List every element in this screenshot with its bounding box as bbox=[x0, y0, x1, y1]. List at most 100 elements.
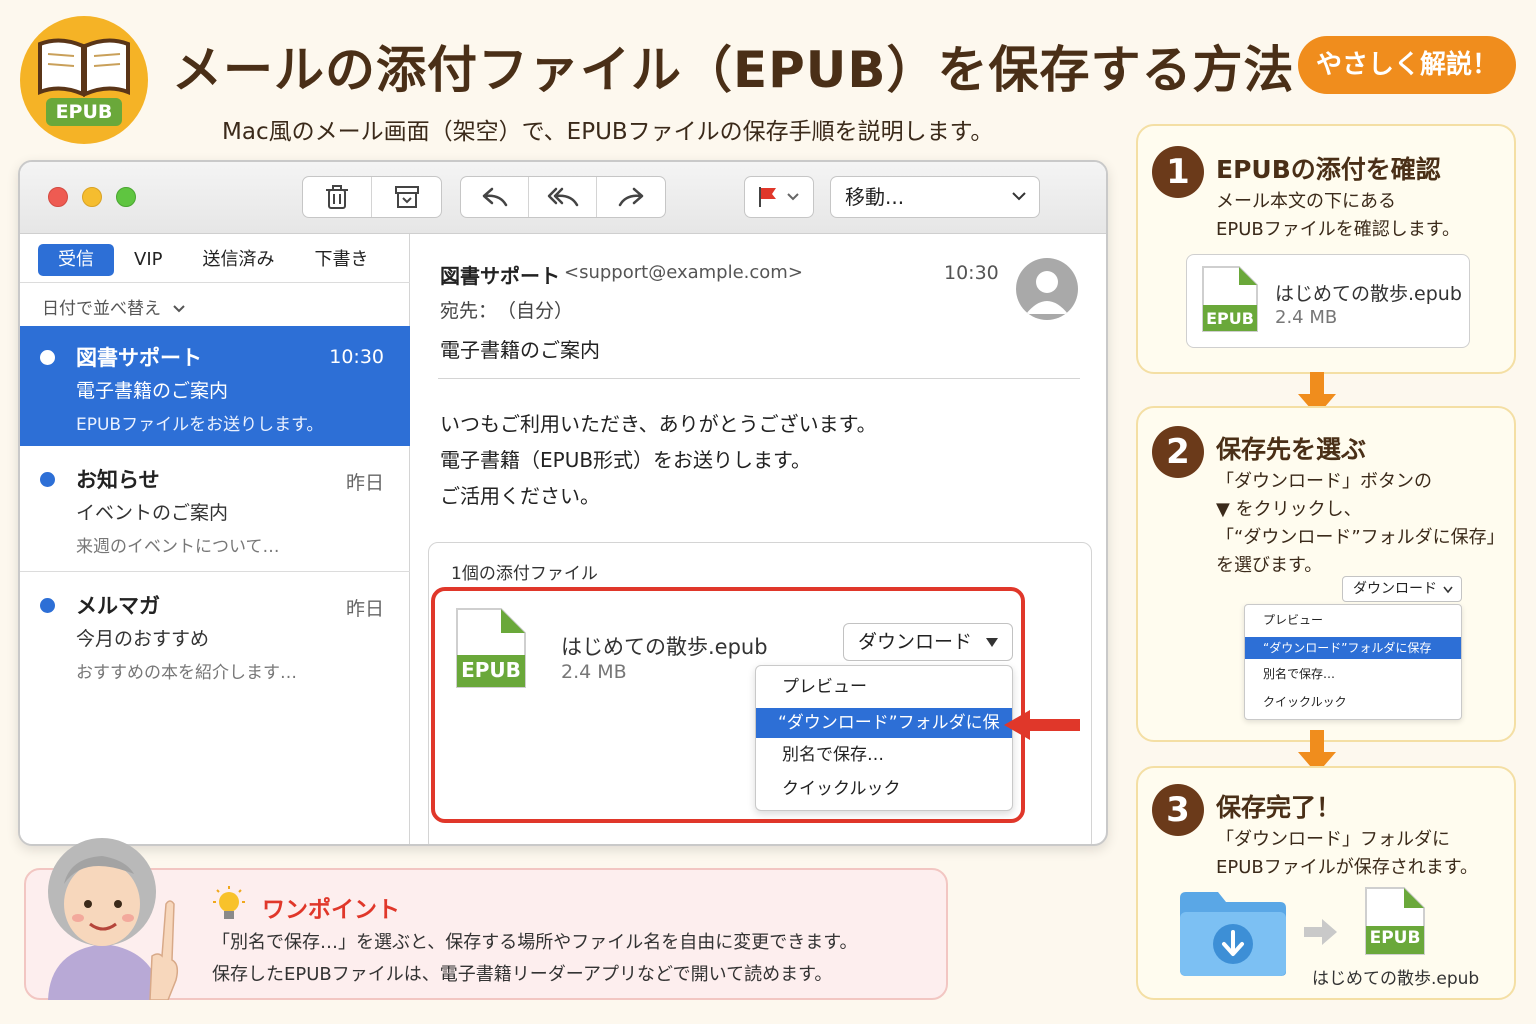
step-text: 「ダウンロード」フォルダに EPUBファイルが保存されます。 bbox=[1216, 826, 1478, 882]
divider bbox=[438, 378, 1080, 379]
reply-icon bbox=[482, 187, 507, 207]
easy-badge: やさしく解説！ bbox=[1298, 36, 1516, 94]
person-icon bbox=[1026, 271, 1068, 314]
book-icon bbox=[38, 38, 130, 98]
grandma-illustration bbox=[48, 838, 179, 1000]
menu-item-save-to-downloads: “ダウンロード”フォルダに保存 bbox=[1245, 637, 1461, 659]
right-arrow-icon bbox=[1304, 919, 1337, 945]
step-card-3: 3 保存完了！ 「ダウンロード」フォルダに EPUBファイルが保存されます。 E… bbox=[1136, 766, 1516, 1000]
unread-dot bbox=[40, 598, 55, 613]
mailbox-sidebar: 受信 VIP 送信済み 下書き 日付で並べ替え 図書サポート 10:30 電子書… bbox=[20, 234, 410, 844]
menu-item-save-to-downloads[interactable]: “ダウンロード”フォルダに保存 bbox=[756, 708, 1012, 763]
delete-button[interactable] bbox=[303, 177, 372, 217]
step-number: 1 bbox=[1152, 146, 1204, 198]
sort-menu[interactable]: 日付で並べ替え bbox=[42, 294, 186, 319]
chevron-down-icon bbox=[1012, 192, 1026, 201]
close-window-button[interactable] bbox=[48, 187, 68, 207]
unread-dot bbox=[40, 350, 55, 365]
message-subject: イベントのご案内 bbox=[76, 502, 229, 524]
message-preview: 来週のイベントについて… bbox=[76, 537, 280, 557]
download-menu: プレビュー “ダウンロード”フォルダに保存 別名で保存… クイックルック bbox=[755, 665, 1013, 811]
menu-item-save-as[interactable]: 別名で保存… bbox=[756, 740, 1012, 770]
mini-attachment: EPUB はじめての散歩.epub 2.4 MB bbox=[1186, 254, 1470, 348]
unread-dot bbox=[40, 472, 55, 487]
menu-item-preview: プレビュー bbox=[1263, 613, 1324, 627]
step-text-line: メール本文の下にある bbox=[1216, 191, 1396, 212]
mail-window: 移動... 受信 VIP 送信済み 下書き 日付で並べ替え 図書サポート 10:… bbox=[18, 160, 1108, 846]
tip-title: ワンポイント bbox=[262, 897, 400, 923]
tip-line: 「別名で保存…」を選ぶと、保存する場所やファイル名を自由に変更できます。 bbox=[212, 932, 858, 953]
message-time: 昨日 bbox=[345, 472, 384, 494]
sender-name: 図書サポート bbox=[440, 264, 560, 288]
step-card-2: 2 保存先を選ぶ 「ダウンロード」ボタンの ▼ をクリックし、 「“ダウンロード… bbox=[1136, 406, 1516, 742]
chevron-down-icon bbox=[173, 305, 186, 313]
step-card-1: 1 EPUBの添付を確認 メール本文の下にある EPUBファイルを確認します。 … bbox=[1136, 124, 1516, 374]
forward-icon bbox=[618, 187, 644, 207]
forward-button[interactable] bbox=[597, 177, 665, 217]
lightbulb-icon bbox=[213, 886, 245, 919]
reading-pane: 図書サポート <support@example.com> 10:30 宛先： （… bbox=[412, 234, 1106, 844]
divider bbox=[20, 571, 410, 572]
message-time: 昨日 bbox=[345, 598, 384, 620]
menu-item-quick-look[interactable]: クイックルック bbox=[756, 774, 1012, 804]
reply-button[interactable] bbox=[461, 177, 529, 217]
body-line: ご活用ください。 bbox=[440, 484, 600, 508]
saved-file-name: はじめての散歩.epub bbox=[1312, 969, 1480, 989]
download-folder-icon bbox=[1180, 892, 1286, 976]
move-select[interactable]: 移動... bbox=[830, 176, 1040, 218]
attachment-count: 1個の添付ファイル bbox=[451, 564, 598, 584]
avatar bbox=[1016, 258, 1078, 320]
reply-all-icon bbox=[547, 187, 578, 207]
flag-menu[interactable] bbox=[745, 177, 813, 217]
message-item[interactable]: メルマガ 昨日 今月のおすすめ おすすめの本を紹介します… bbox=[20, 574, 410, 694]
step-title: 保存完了！ bbox=[1216, 793, 1342, 822]
minimize-window-button[interactable] bbox=[82, 187, 102, 207]
mailbox-tabs: 受信 VIP 送信済み 下書き bbox=[38, 244, 388, 276]
step-text-line: ▼ をクリックし、 bbox=[1216, 499, 1362, 520]
archive-button[interactable] bbox=[372, 177, 441, 217]
epub-icon-label: EPUB bbox=[461, 658, 521, 682]
tab-inbox[interactable]: 受信 bbox=[38, 244, 114, 276]
toolbar: 移動... bbox=[20, 162, 1106, 234]
message-sender: 図書サポート bbox=[76, 346, 202, 370]
menu-item-save-as: 別名で保存… bbox=[1263, 667, 1336, 681]
delete-archive-group bbox=[302, 176, 442, 218]
step-text: 「ダウンロード」ボタンの ▼ をクリックし、 「“ダウンロード”フォルダに保存」… bbox=[1216, 468, 1505, 580]
page-subtitle: Mac風のメール画面（架空）で、EPUBファイルの保存手順を説明します。 bbox=[222, 119, 994, 145]
tab-sent[interactable]: 送信済み bbox=[182, 244, 294, 276]
message-body: いつもご利用いただき、ありがとうございます。 電子書籍（EPUB形式）をお送りし… bbox=[440, 406, 877, 514]
chevron-down-icon bbox=[1443, 586, 1453, 594]
mini-download-menu: プレビュー “ダウンロード”フォルダに保存 別名で保存… クイックルック bbox=[1244, 604, 1462, 720]
message-subject: 電子書籍のご案内 bbox=[76, 380, 229, 402]
flag-button[interactable] bbox=[744, 176, 814, 218]
message-item[interactable]: お知らせ 昨日 イベントのご案内 来週のイベントについて… bbox=[20, 450, 410, 570]
message-item[interactable]: 図書サポート 10:30 電子書籍のご案内 EPUBファイルをお送りします。 bbox=[20, 326, 410, 446]
message-preview: EPUBファイルをお送りします。 bbox=[76, 415, 324, 435]
tab-drafts[interactable]: 下書き bbox=[294, 244, 388, 276]
step-text-line: 「“ダウンロード”フォルダに保存」 bbox=[1216, 527, 1505, 548]
message-preview: おすすめの本を紹介します… bbox=[76, 663, 297, 683]
reply-all-button[interactable] bbox=[529, 177, 597, 217]
zoom-window-button[interactable] bbox=[116, 187, 136, 207]
menu-item-quick-look: クイックルック bbox=[1263, 695, 1347, 709]
epub-icon-label: EPUB bbox=[1369, 928, 1421, 948]
download-label: ダウンロード bbox=[858, 631, 973, 653]
body-line: 電子書籍（EPUB形式）をお送りします。 bbox=[440, 448, 812, 472]
move-label: 移動... bbox=[845, 185, 905, 209]
message-time: 10:30 bbox=[329, 346, 384, 368]
tab-vip[interactable]: VIP bbox=[114, 244, 182, 276]
trash-icon bbox=[326, 185, 348, 209]
download-button[interactable]: ダウンロード bbox=[843, 623, 1013, 661]
tip-line: 保存したEPUBファイルは、電子書籍リーダーアプリなどで開いて読めます。 bbox=[212, 964, 833, 985]
message-sender: お知らせ bbox=[76, 468, 160, 492]
page-title: メールの添付ファイル（EPUB）を保存する方法 bbox=[172, 41, 1295, 99]
attachment-name: はじめての散歩.epub bbox=[561, 635, 768, 659]
step-text-line: 「ダウンロード」フォルダに bbox=[1216, 829, 1450, 850]
step-text-line: EPUBファイルを確認します。 bbox=[1216, 219, 1460, 240]
menu-item-preview[interactable]: プレビュー bbox=[756, 672, 1012, 702]
logo-badge: EPUB bbox=[46, 98, 122, 126]
epub-logo: EPUB bbox=[20, 16, 148, 144]
triangle-down-icon bbox=[986, 638, 998, 647]
step-number: 3 bbox=[1152, 784, 1204, 836]
reply-group bbox=[460, 176, 666, 218]
